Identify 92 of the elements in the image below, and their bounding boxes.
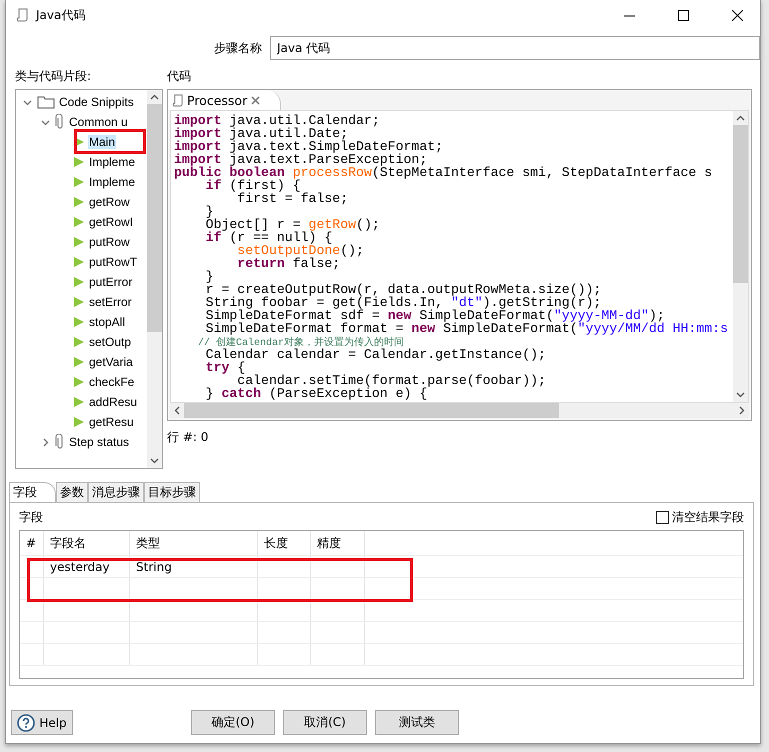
checkbox-label[interactable]: 清空结果字段 <box>672 509 744 526</box>
play-icon <box>73 236 85 248</box>
tree-item[interactable]: Main <box>88 135 116 149</box>
paperclip-icon <box>55 114 65 130</box>
code-line: // 创建Calendar对象，并设置为传入的时间 <box>197 336 404 348</box>
scrollbar[interactable] <box>170 403 749 418</box>
dialog-button[interactable]: 取消(C) <box>283 710 367 735</box>
scroll-icon <box>16 8 28 22</box>
code-line: import java.text.ParseException; <box>174 153 428 166</box>
tree-item[interactable]: setOutp <box>88 335 132 349</box>
play-icon <box>73 396 85 408</box>
code-line: SimpleDateFormat sdf = new SimpleDateFormat("yyyy-MM-dd"); <box>204 309 666 322</box>
tree-item[interactable]: putError <box>88 275 134 289</box>
code-line: try { <box>204 361 246 374</box>
code-line: } <box>204 205 214 218</box>
column-header[interactable]: 长度 <box>258 531 311 555</box>
play-icon <box>73 156 85 168</box>
code-line: } catch (ParseException e) { <box>204 387 428 400</box>
code-line: setOutputDone(); <box>237 244 365 257</box>
play-icon <box>73 296 85 308</box>
code-line: first = false; <box>237 192 350 205</box>
tree-item[interactable]: checkFe <box>88 375 136 389</box>
table-cell: yesterday <box>44 556 130 577</box>
scrollbar[interactable] <box>733 111 748 402</box>
play-icon <box>73 416 85 428</box>
paperclip-icon <box>55 434 65 450</box>
code-line: public boolean processRow(StepMetaInterface smi, StepDataInterface s <box>174 166 714 179</box>
code-line: return false; <box>236 257 342 270</box>
code-line: if (first) { <box>206 179 301 192</box>
code-line: Object[] r = getRow(); <box>204 218 381 231</box>
fields-label: 字段 <box>19 509 43 526</box>
play-icon <box>73 376 85 388</box>
play-icon <box>73 316 85 328</box>
tab[interactable]: 字段 <box>9 482 56 502</box>
play-icon <box>73 336 85 348</box>
tab[interactable]: 消息步骤 <box>88 482 144 502</box>
tree-item[interactable]: Impleme <box>88 155 136 169</box>
tree-item[interactable]: stopAll <box>88 315 126 329</box>
code-label: 代码 <box>167 68 192 85</box>
code-line: r = createOutputRow(r, data.outputRowMeta.size()); <box>204 283 602 296</box>
help-icon <box>17 714 36 732</box>
tree-item[interactable]: Impleme <box>88 175 136 189</box>
chevron-right-icon[interactable] <box>40 438 50 446</box>
tree-item[interactable]: setError <box>88 295 133 309</box>
folder-icon <box>37 95 55 109</box>
code-line: Calendar calendar = Calendar.getInstance(); <box>204 348 547 361</box>
code-line: import java.util.Date; <box>174 127 348 140</box>
scroll-icon <box>172 94 183 106</box>
checkbox[interactable] <box>656 511 669 524</box>
code-line: if (r == null) { <box>204 231 332 244</box>
tree-item[interactable]: Common u <box>68 115 129 129</box>
play-icon <box>73 276 85 288</box>
tree-item[interactable]: putRowT <box>88 255 138 269</box>
close-icon[interactable] <box>732 10 742 20</box>
tab[interactable]: 参数 <box>56 482 88 502</box>
maximize-icon[interactable] <box>678 10 688 20</box>
step-name-label: 步骤名称 <box>214 40 262 56</box>
tree-item[interactable]: getRowI <box>88 215 134 229</box>
play-icon <box>73 216 85 228</box>
play-icon <box>73 256 85 268</box>
editor-tab[interactable]: Processor <box>168 90 282 110</box>
tree-item[interactable]: addResu <box>88 395 138 409</box>
help-button[interactable]: Help <box>11 710 73 735</box>
code-line: import java.util.Calendar; <box>174 114 381 127</box>
play-icon <box>73 356 85 368</box>
tree-item[interactable]: Step status <box>68 435 130 449</box>
play-icon <box>73 176 85 188</box>
column-header[interactable]: 字段名 <box>44 531 130 555</box>
chevron-down-icon[interactable] <box>40 118 50 126</box>
column-header[interactable]: 精度 <box>311 531 365 555</box>
tab[interactable]: 目标步骤 <box>144 482 200 502</box>
code-line: String foobar = get(Fields.In, "dt").getString(r); <box>204 296 602 309</box>
chevron-down-icon[interactable] <box>22 98 32 106</box>
window-title: Java代码 <box>36 6 86 24</box>
dialog-button[interactable]: 确定(O) <box>191 710 275 735</box>
tree-item[interactable]: getVaria <box>88 355 134 369</box>
scrollbar[interactable] <box>147 90 162 468</box>
dialog-button[interactable]: 测试类 <box>375 710 459 735</box>
row-status: 行 #: 0 <box>167 429 210 446</box>
snippets-label: 类与代码片段: <box>15 68 92 85</box>
code-line: } <box>204 270 215 283</box>
table-cell: String <box>130 556 258 577</box>
tree-item[interactable]: putRow <box>88 235 131 249</box>
code-line: SimpleDateFormat format = new SimpleDateFormat("yyyy/MM/dd HH:mm:s <box>204 322 729 335</box>
tree-item[interactable]: Code Snippits <box>58 95 135 109</box>
code-line: import java.text.SimpleDateFormat; <box>174 140 444 153</box>
column-header[interactable]: # <box>20 531 44 555</box>
column-header[interactable]: 类型 <box>130 531 258 555</box>
tree-item[interactable]: getResu <box>88 415 135 429</box>
play-icon <box>73 196 85 208</box>
tree-item[interactable]: getRow <box>88 195 131 209</box>
code-line: calendar.setTime(format.parse(foobar)); <box>237 374 547 387</box>
